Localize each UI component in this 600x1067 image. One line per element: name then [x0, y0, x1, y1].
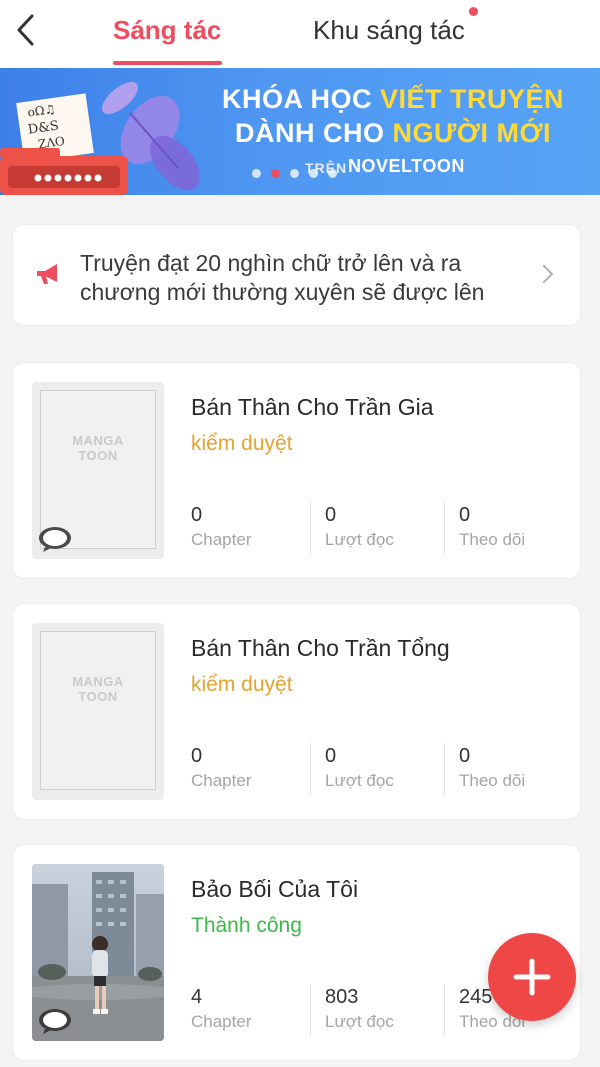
comment-icon	[39, 1009, 71, 1034]
banner-headline-2: DÀNH CHO NGƯỜI MỚI	[235, 118, 551, 148]
comment-icon	[39, 527, 71, 552]
active-tab-indicator	[113, 61, 222, 65]
story-card[interactable]: MANGA TOON Bán Thân Cho Trần Tổng kiểm d…	[12, 603, 581, 820]
stat-reads: 803 Lượt đọc	[325, 986, 394, 1031]
story-card[interactable]: MANGA TOON Bán Thân Cho Trần Gia kiểm du…	[12, 362, 581, 579]
story-title: Bán Thân Cho Trần Gia	[191, 394, 434, 420]
chevron-right-icon	[542, 264, 554, 284]
placeholder-logo: MANGA TOON	[72, 433, 124, 463]
stat-followers: 0 Theo dõi	[459, 504, 526, 549]
story-cover-photo	[32, 864, 164, 1041]
story-title: Bán Thân Cho Trần Tổng	[191, 635, 450, 661]
carousel-dot[interactable]	[252, 169, 261, 178]
stat-reads: 0 Lượt đọc	[325, 504, 394, 549]
stat-chapters: 0 Chapter	[191, 504, 252, 549]
stat-divider	[310, 502, 311, 554]
story-status: Thành công	[191, 914, 302, 937]
tab-sang-tac[interactable]: Sáng tác	[113, 14, 221, 46]
typewriter-illustration: oΩ♫ D&S ZΛO	[0, 81, 200, 195]
promo-banner[interactable]: oΩ♫ D&S ZΛO KHÓA HỌC VIẾT TRUYỆN DÀNH CH…	[0, 68, 600, 195]
cover-frame: MANGA TOON	[40, 631, 156, 790]
carousel-dot[interactable]	[290, 169, 299, 178]
stat-chapters: 4 Chapter	[191, 986, 252, 1031]
stat-divider	[310, 984, 311, 1036]
tab-khu-sang-tac[interactable]: Khu sáng tác	[313, 14, 465, 46]
stat-divider	[310, 743, 311, 795]
megaphone-icon	[37, 264, 57, 284]
stat-chapters: 0 Chapter	[191, 745, 252, 790]
back-button[interactable]	[4, 8, 48, 52]
notice-text: Truyện đạt 20 nghìn chữ trở lên và ra ch…	[80, 250, 485, 305]
plus-icon	[513, 958, 551, 996]
top-bar: Sáng tác Khu sáng tác	[0, 0, 600, 68]
carousel-dot[interactable]	[309, 169, 318, 178]
banner-brand: NOVELTOON	[348, 156, 465, 176]
carousel-dot[interactable]	[328, 169, 337, 178]
story-status: kiểm duyệt	[191, 432, 293, 455]
story-title: Bảo Bối Của Tôi	[191, 876, 359, 902]
placeholder-logo: MANGA TOON	[72, 674, 124, 704]
carousel-dot-active[interactable]	[271, 169, 280, 178]
story-status: kiểm duyệt	[191, 673, 293, 696]
banner-headline-1: KHÓA HỌC VIẾT TRUYỆN	[221, 84, 565, 114]
stat-reads: 0 Lượt đọc	[325, 745, 394, 790]
story-cover-placeholder: MANGA TOON	[32, 623, 164, 800]
chevron-left-icon	[17, 14, 34, 46]
notice-card[interactable]: Truyện đạt 20 nghìn chữ trở lên và ra ch…	[12, 224, 581, 326]
stat-followers: 0 Theo dõi	[459, 745, 526, 790]
carousel-dots	[252, 169, 337, 178]
story-cover-placeholder: MANGA TOON	[32, 382, 164, 559]
stat-divider	[444, 743, 445, 795]
stat-divider	[444, 984, 445, 1036]
notification-dot	[469, 7, 478, 16]
stat-divider	[444, 502, 445, 554]
create-story-button[interactable]	[488, 933, 576, 1021]
